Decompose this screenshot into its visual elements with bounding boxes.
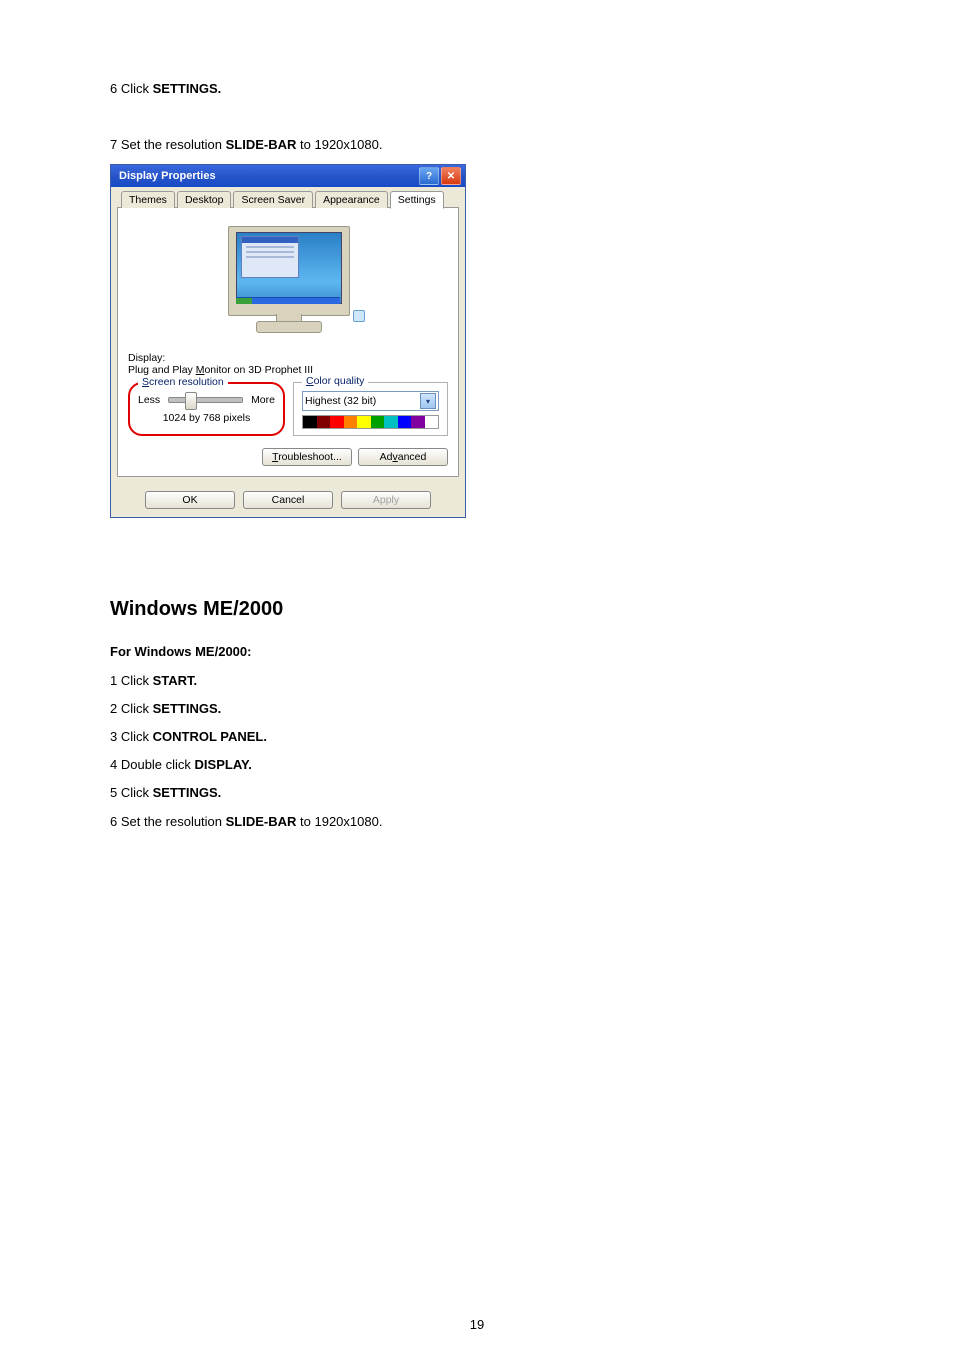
color-quality-group: Color quality Highest (32 bit) ▾: [293, 382, 448, 436]
step-7-bold: SLIDE-BAR: [226, 137, 297, 152]
resolution-value: 1024 by 768 pixels: [138, 412, 275, 424]
resolution-slider-row: Less More: [138, 394, 275, 406]
me-step-1: 1 Click START.: [110, 672, 844, 690]
step-6: 6 Click SETTINGS.: [110, 80, 844, 98]
color-quality-select[interactable]: Highest (32 bit) ▾: [302, 391, 439, 411]
me-step-6-prefix: 6 Set the resolution: [110, 814, 226, 829]
tab-desktop[interactable]: Desktop: [177, 191, 232, 208]
settings-panel: Display: Plug and Play Monitor on 3D Pro…: [117, 207, 459, 477]
me-step-4: 4 Double click DISPLAY.: [110, 756, 844, 774]
me-step-4-prefix: 4 Double click: [110, 757, 195, 772]
display-name-prefix: Plug and Play: [128, 364, 196, 376]
color-spectrum-bar: [302, 415, 439, 429]
troubleshoot-button[interactable]: Troubleshoot...: [262, 448, 352, 466]
cq-legend-rest: olor quality: [314, 375, 365, 387]
display-name: Plug and Play Monitor on 3D Prophet III: [128, 364, 448, 376]
legend-rest: creen resolution: [149, 376, 224, 388]
me-step-5-bold: SETTINGS.: [153, 785, 222, 800]
tab-themes[interactable]: Themes: [121, 191, 175, 208]
screen-resolution-group: Screen resolution Less More 1024 by 768 …: [128, 382, 285, 436]
resolution-slider-thumb[interactable]: [185, 392, 197, 410]
preview-taskbar: [236, 297, 340, 304]
step-7-prefix: 7 Set the resolution: [110, 137, 226, 152]
apply-button[interactable]: Apply: [341, 491, 431, 509]
advanced-pre: Ad: [380, 451, 393, 463]
for-windows-line: For Windows ME/2000:: [110, 643, 844, 661]
dialog-titlebar: Display Properties ? ✕: [111, 165, 465, 187]
color-quality-legend: Color quality: [302, 375, 368, 387]
monitor-preview: [208, 226, 368, 336]
me-step-3-bold: CONTROL PANEL.: [153, 729, 267, 744]
display-name-rest: onitor on 3D Prophet III: [204, 364, 313, 376]
slider-more-label: More: [251, 394, 275, 406]
me-step-1-bold: START.: [153, 673, 198, 688]
spacer: [110, 108, 844, 136]
me-step-5: 5 Click SETTINGS.: [110, 784, 844, 802]
display-properties-dialog: Display Properties ? ✕ Themes Desktop Sc…: [110, 164, 466, 518]
me-step-3: 3 Click CONTROL PANEL.: [110, 728, 844, 746]
advanced-button[interactable]: Advanced: [358, 448, 448, 466]
tab-appearance[interactable]: Appearance: [315, 191, 388, 208]
me-step-5-prefix: 5 Click: [110, 785, 153, 800]
cq-legend-u: C: [306, 375, 314, 387]
tab-bar: Themes Desktop Screen Saver Appearance S…: [117, 191, 459, 208]
section-heading: Windows ME/2000: [110, 598, 844, 621]
me-step-6: 6 Set the resolution SLIDE-BAR to 1920x1…: [110, 813, 844, 831]
dialog-title: Display Properties: [119, 170, 417, 182]
me-step-2: 2 Click SETTINGS.: [110, 700, 844, 718]
screen-resolution-legend: Screen resolution: [138, 376, 228, 388]
color-quality-value: Highest (32 bit): [305, 395, 376, 407]
resolution-slider[interactable]: [168, 397, 243, 403]
advanced-rest: anced: [398, 451, 427, 463]
chevron-down-icon[interactable]: ▾: [420, 393, 436, 409]
step-7-suffix: to 1920x1080.: [296, 137, 382, 152]
me-step-6-bold: SLIDE-BAR: [226, 814, 297, 829]
slider-less-label: Less: [138, 394, 160, 406]
ok-button[interactable]: OK: [145, 491, 235, 509]
recycle-bin-icon: [353, 310, 365, 322]
close-button[interactable]: ✕: [441, 167, 461, 185]
panel-button-row: Troubleshoot... Advanced: [128, 448, 448, 466]
page-number: 19: [0, 1317, 954, 1332]
page: 6 Click SETTINGS. 7 Set the resolution S…: [0, 0, 954, 1350]
spacer: [110, 518, 844, 598]
help-button[interactable]: ?: [419, 167, 439, 185]
step-6-prefix: 6 Click: [110, 81, 153, 96]
monitor-base: [256, 321, 322, 333]
troubleshoot-rest: roubleshoot...: [278, 451, 342, 463]
me-step-3-prefix: 3 Click: [110, 729, 153, 744]
display-label: Display:: [128, 352, 448, 364]
me-step-2-prefix: 2 Click: [110, 701, 153, 716]
legend-u: S: [142, 376, 149, 388]
tab-settings[interactable]: Settings: [390, 191, 444, 209]
step-6-bold: SETTINGS.: [153, 81, 222, 96]
step-7: 7 Set the resolution SLIDE-BAR to 1920x1…: [110, 136, 844, 154]
settings-groups: Screen resolution Less More 1024 by 768 …: [128, 382, 448, 436]
dialog-body: Themes Desktop Screen Saver Appearance S…: [111, 187, 465, 485]
tab-screen-saver[interactable]: Screen Saver: [233, 191, 313, 208]
me-step-6-suffix: to 1920x1080.: [296, 814, 382, 829]
preview-window: [241, 236, 299, 278]
me-step-2-bold: SETTINGS.: [153, 701, 222, 716]
me-step-1-prefix: 1 Click: [110, 673, 153, 688]
me-step-4-bold: DISPLAY.: [195, 757, 252, 772]
dialog-footer: OK Cancel Apply: [111, 485, 465, 517]
cancel-button[interactable]: Cancel: [243, 491, 333, 509]
